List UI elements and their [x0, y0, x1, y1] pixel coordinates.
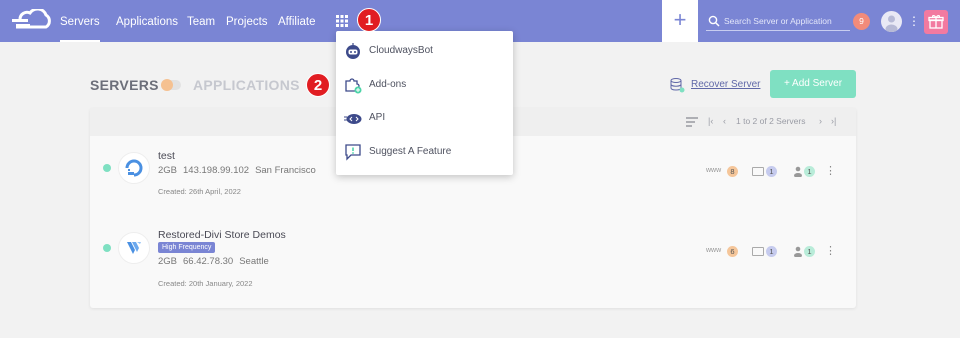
- toggle-knob: [161, 79, 173, 91]
- server-size: 2GB: [158, 165, 178, 176]
- search-box: [706, 13, 850, 31]
- menu-item-add-ons[interactable]: Add-ons: [336, 70, 513, 100]
- notification-badge[interactable]: 9: [853, 13, 870, 30]
- puzzle-icon: [345, 78, 362, 94]
- folder-icon: [752, 247, 764, 256]
- menu-item-label: API: [369, 112, 386, 123]
- nav-servers[interactable]: Servers: [60, 0, 100, 42]
- high-frequency-badge: High Frequency: [158, 242, 216, 253]
- www-icon: www: [706, 247, 722, 254]
- apps-count-badge[interactable]: 8: [727, 166, 738, 177]
- robot-icon: [346, 43, 360, 59]
- team-user-icon: [794, 246, 802, 257]
- avatar[interactable]: [881, 11, 902, 32]
- next-page-icon[interactable]: ›: [819, 116, 822, 126]
- api-icon: [344, 114, 362, 124]
- server-options-icon[interactable]: ⋮: [825, 244, 836, 257]
- server-name[interactable]: Restored-Divi Store Demos: [158, 229, 286, 241]
- nav-applications[interactable]: Applications: [116, 0, 178, 42]
- provider-logo: [118, 232, 150, 264]
- vultr-icon: [127, 242, 141, 254]
- server-location: San Francisco: [255, 165, 316, 176]
- recover-server-label: Recover Server: [691, 79, 761, 90]
- apps-grid-icon[interactable]: [336, 15, 348, 27]
- menu-item-label: Add-ons: [369, 79, 407, 90]
- server-meta: 2GB 143.198.99.102 San Francisco: [158, 165, 322, 176]
- nav-projects[interactable]: Projects: [226, 0, 268, 42]
- nav-affiliate[interactable]: Affiliate: [278, 0, 316, 42]
- callout-marker-1: 1: [357, 8, 381, 32]
- gift-button[interactable]: [924, 10, 948, 34]
- gift-icon: [928, 15, 944, 29]
- status-dot: [103, 244, 111, 252]
- users-count-badge[interactable]: 1: [804, 166, 815, 177]
- add-server-button[interactable]: + Add Server: [770, 70, 856, 98]
- apps-count-badge[interactable]: 6: [727, 246, 738, 257]
- applications-tab[interactable]: APPLICATIONS: [193, 77, 300, 93]
- apps-dropdown-menu: CloudwaysBot Add-ons API Suggest A Featu…: [336, 31, 513, 175]
- menu-item-suggest-feature[interactable]: Suggest A Feature: [336, 137, 513, 167]
- prev-page-icon[interactable]: ‹: [723, 116, 726, 126]
- server-meta: 2GB 66.42.78.30 Seattle: [158, 256, 275, 267]
- folder-icon: [752, 167, 764, 176]
- server-name[interactable]: test: [158, 150, 175, 162]
- nav-team[interactable]: Team: [187, 0, 215, 42]
- search-icon: [708, 15, 720, 27]
- last-page-icon[interactable]: ›|: [831, 116, 836, 126]
- callout-marker-2: 2: [306, 73, 330, 97]
- files-count-badge[interactable]: 1: [766, 246, 777, 257]
- server-options-icon[interactable]: ⋮: [825, 164, 836, 177]
- server-size: 2GB: [158, 256, 178, 267]
- www-icon: www: [706, 167, 722, 174]
- server-location: Seattle: [239, 256, 269, 267]
- server-created: Created: 26th April, 2022: [158, 187, 241, 196]
- users-count-badge[interactable]: 1: [804, 246, 815, 257]
- more-menu-icon[interactable]: ⋮: [908, 13, 920, 29]
- server-created: Created: 20th January, 2022: [158, 279, 253, 288]
- files-count-badge[interactable]: 1: [766, 166, 777, 177]
- menu-item-cloudwaysbot[interactable]: CloudwaysBot: [336, 36, 513, 66]
- recover-server-icon: [670, 78, 685, 93]
- status-dot: [103, 164, 111, 172]
- quick-add-button[interactable]: +: [662, 0, 698, 42]
- digitalocean-icon: [125, 159, 143, 177]
- first-page-icon[interactable]: |‹: [708, 116, 713, 126]
- cloudways-logo[interactable]: [12, 9, 54, 33]
- servers-applications-toggle[interactable]: [161, 79, 181, 91]
- server-row[interactable]: Restored-Divi Store Demos High Frequency…: [90, 220, 856, 300]
- user-avatar-icon: [885, 15, 898, 32]
- suggest-feature-icon: [345, 144, 361, 161]
- menu-item-label: Suggest A Feature: [369, 146, 452, 157]
- servers-tab[interactable]: SERVERS: [90, 77, 159, 93]
- search-input[interactable]: [724, 13, 848, 29]
- menu-item-label: CloudwaysBot: [369, 45, 433, 56]
- menu-item-api[interactable]: API: [336, 103, 513, 133]
- team-user-icon: [794, 166, 802, 177]
- sort-icon[interactable]: [686, 117, 698, 127]
- provider-logo: [118, 152, 150, 184]
- server-ip: 66.42.78.30: [183, 256, 234, 267]
- server-ip: 143.198.99.102: [183, 165, 250, 176]
- pager-text: 1 to 2 of 2 Servers: [736, 116, 806, 126]
